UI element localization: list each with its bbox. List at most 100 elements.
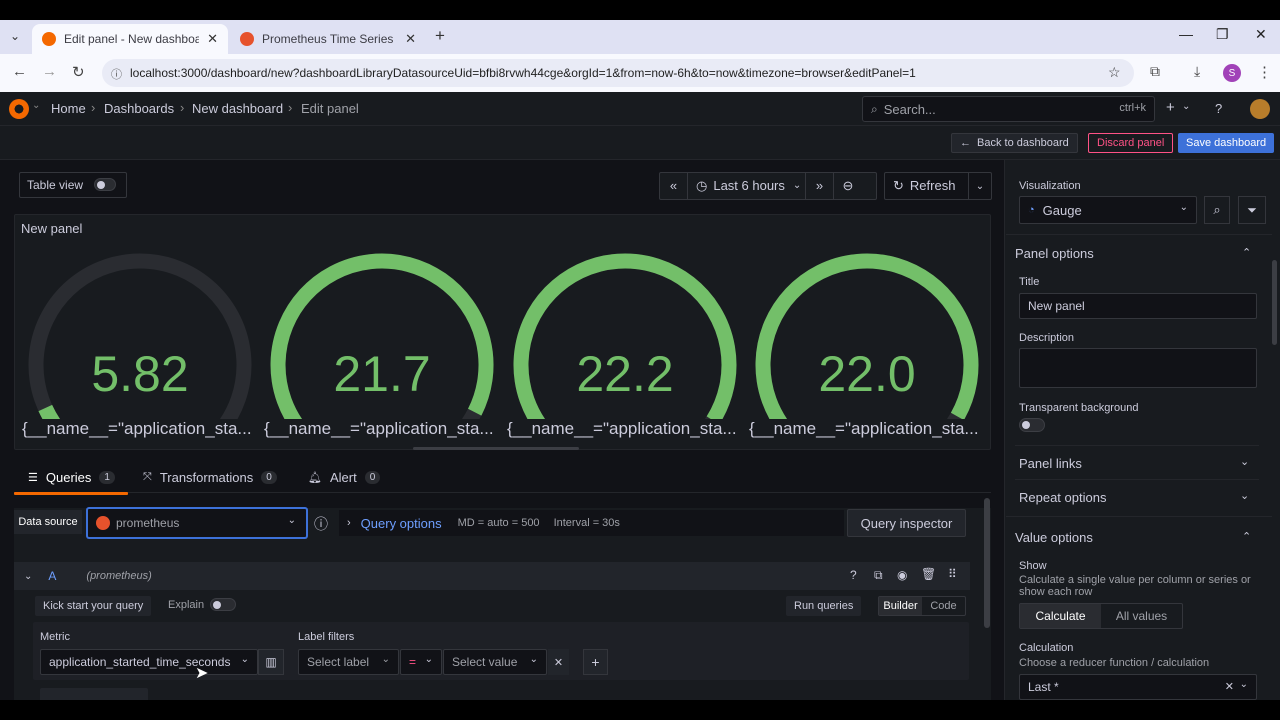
repeat-options-header[interactable]: Repeat options	[1019, 490, 1106, 505]
discard-panel-button[interactable]: Discard panel	[1088, 133, 1174, 153]
time-range-label: Last 6 hours	[713, 178, 785, 193]
user-avatar[interactable]	[1250, 99, 1270, 119]
minimize-icon[interactable]: —	[1179, 26, 1193, 42]
time-range-picker[interactable]: ◷ Last 6 hours ⌄	[688, 173, 806, 199]
close-window-icon[interactable]: ✕	[1255, 26, 1267, 43]
tab-transformations-count: 0	[261, 471, 277, 484]
builder-mode-button[interactable]: Builder	[879, 597, 922, 615]
chevron-down-icon: ⌄	[792, 180, 802, 191]
hide-query-icon[interactable]: ◉	[897, 568, 907, 582]
clear-icon[interactable]: ✕	[1225, 680, 1234, 693]
data-source-value: prometheus	[116, 516, 180, 530]
description-textarea[interactable]	[1019, 348, 1257, 388]
explain-toggle[interactable]	[210, 598, 236, 611]
expand-chevron-icon[interactable]: ⌄	[1240, 489, 1249, 502]
help-icon[interactable]: ?	[1215, 101, 1222, 116]
browser-tab[interactable]: Prometheus Time Series Collect ✕	[230, 24, 426, 54]
download-icon[interactable]: ⤓	[1194, 63, 1200, 80]
delete-query-icon[interactable]: 🗑︎	[921, 567, 936, 581]
expand-chevron-icon[interactable]: ⌄	[1240, 455, 1249, 468]
collapse-chevron-icon[interactable]: ⌄	[24, 571, 32, 582]
bookmark-star-icon[interactable]: ☆	[1108, 64, 1121, 81]
breadcrumb-home[interactable]: Home	[51, 101, 86, 116]
add-icon[interactable]: +	[1166, 99, 1175, 116]
filter-options-icon[interactable]: ⏷	[1238, 196, 1266, 224]
gauge-series-label: {__name__="application_sta...	[749, 419, 979, 438]
remove-filter-icon[interactable]: ✕	[548, 649, 569, 675]
menu-chevron-icon[interactable]: ⌄	[32, 100, 40, 111]
refresh-interval-chevron-icon[interactable]: ⌄	[969, 181, 991, 192]
value-options-header[interactable]: Value options	[1015, 530, 1093, 545]
drag-handle-icon[interactable]: ⠿	[948, 567, 957, 581]
search-options-icon[interactable]: ⌕	[1204, 196, 1230, 224]
browser-tab-active[interactable]: Edit panel - New dashboard - D ✕	[32, 24, 228, 54]
browser-menu-icon[interactable]: ⋮	[1257, 63, 1272, 81]
forward-icon[interactable]: →	[42, 63, 57, 80]
site-info-icon[interactable]: ⓘ	[111, 66, 122, 82]
restore-icon[interactable]: ❐	[1216, 26, 1229, 43]
query-scrollbar[interactable]	[984, 498, 990, 628]
kick-start-query-button[interactable]: Kick start your query	[35, 596, 152, 616]
select-value-dropdown[interactable]: Select value ⌄	[443, 649, 547, 675]
operations-button[interactable]	[40, 688, 148, 700]
add-filter-icon[interactable]: +	[583, 649, 608, 675]
collapse-chevron-icon[interactable]: ⌃	[1242, 530, 1251, 543]
visualization-picker[interactable]: ◔ Gauge ⌄	[1019, 196, 1197, 224]
breadcrumb-new-dashboard[interactable]: New dashboard	[192, 101, 283, 116]
query-options-link[interactable]: Query options	[361, 516, 442, 531]
refresh-icon: ↻	[893, 178, 904, 193]
calculation-select[interactable]: Last * ✕ ⌄	[1019, 674, 1257, 700]
title-input[interactable]: New panel	[1019, 293, 1257, 319]
data-source-picker[interactable]: prometheus ⌄	[87, 508, 307, 538]
url-field[interactable]: ⓘ localhost:3000/dashboard/new?dashboard…	[102, 59, 1134, 87]
gauge-series-label: {__name__="application_sta...	[507, 419, 737, 438]
code-mode-button[interactable]: Code	[922, 597, 965, 615]
query-inspector-button[interactable]: Query inspector	[847, 509, 966, 537]
select-label-dropdown[interactable]: Select label ⌄	[298, 649, 399, 675]
query-refid[interactable]: A	[48, 569, 56, 583]
refresh-button[interactable]: ↻ Refresh	[885, 173, 969, 199]
tab-list-chevron-icon[interactable]: ⌄	[10, 29, 20, 43]
time-shift-back-icon[interactable]: «	[660, 173, 688, 199]
run-queries-button[interactable]: Run queries	[786, 596, 862, 616]
zoom-out-icon[interactable]: ⊖	[834, 173, 862, 199]
options-scrollbar[interactable]	[1272, 260, 1277, 345]
close-tab-icon[interactable]: ✕	[405, 31, 416, 47]
gauge-value: 5.82	[91, 346, 189, 402]
data-source-help-icon[interactable]: ⓘ	[314, 514, 328, 534]
tab-alert[interactable]: 🔔︎ Alert 0	[308, 470, 381, 485]
new-tab-icon[interactable]: +	[435, 26, 445, 46]
horizontal-resize-handle[interactable]	[413, 447, 579, 450]
search-input[interactable]: ⌕ Search... ctrl+k	[862, 96, 1155, 122]
metric-select[interactable]: application_started_time_seconds ⌄	[40, 649, 258, 675]
profile-avatar[interactable]: S	[1223, 64, 1241, 82]
chevron-down-icon: ⌄	[1239, 679, 1248, 690]
duplicate-query-icon[interactable]: ⧉	[874, 568, 883, 583]
extensions-icon[interactable]: ⧉	[1150, 63, 1160, 80]
close-tab-icon[interactable]: ✕	[207, 31, 218, 47]
calculate-option[interactable]: Calculate	[1020, 604, 1101, 628]
back-to-dashboard-button[interactable]: ← Back to dashboard	[951, 133, 1078, 153]
query-options-bar[interactable]: › Query options MD = auto = 500 Interval…	[339, 510, 844, 536]
table-view-toggle[interactable]: Table view	[19, 172, 127, 198]
tab-queries[interactable]: ☰ Queries 1	[28, 470, 115, 485]
metrics-explorer-book-icon[interactable]: ▥	[258, 649, 284, 675]
save-dashboard-button[interactable]: Save dashboard	[1178, 133, 1275, 153]
table-view-switch[interactable]	[94, 178, 116, 191]
show-mode-toggle: Calculate All values	[1019, 603, 1183, 629]
add-chevron-icon[interactable]: ⌄	[1182, 101, 1190, 112]
panel-options-header[interactable]: Panel options	[1015, 246, 1094, 261]
operator-dropdown[interactable]: = ⌄	[400, 649, 442, 675]
grafana-logo-icon[interactable]	[9, 99, 29, 119]
back-icon[interactable]: ←	[12, 63, 27, 80]
tab-transformations[interactable]: ⤧ Transformations 0	[143, 470, 277, 485]
metric-label: Metric	[40, 631, 70, 643]
query-help-icon[interactable]: ?	[850, 568, 857, 582]
panel-links-header[interactable]: Panel links	[1019, 456, 1082, 471]
all-values-option[interactable]: All values	[1101, 604, 1182, 628]
reload-icon[interactable]: ↻	[72, 63, 85, 81]
collapse-chevron-icon[interactable]: ⌃	[1242, 246, 1251, 259]
breadcrumb-dashboards[interactable]: Dashboards	[104, 101, 174, 116]
transparent-background-toggle[interactable]	[1019, 418, 1045, 432]
time-shift-forward-icon[interactable]: »	[806, 173, 834, 199]
